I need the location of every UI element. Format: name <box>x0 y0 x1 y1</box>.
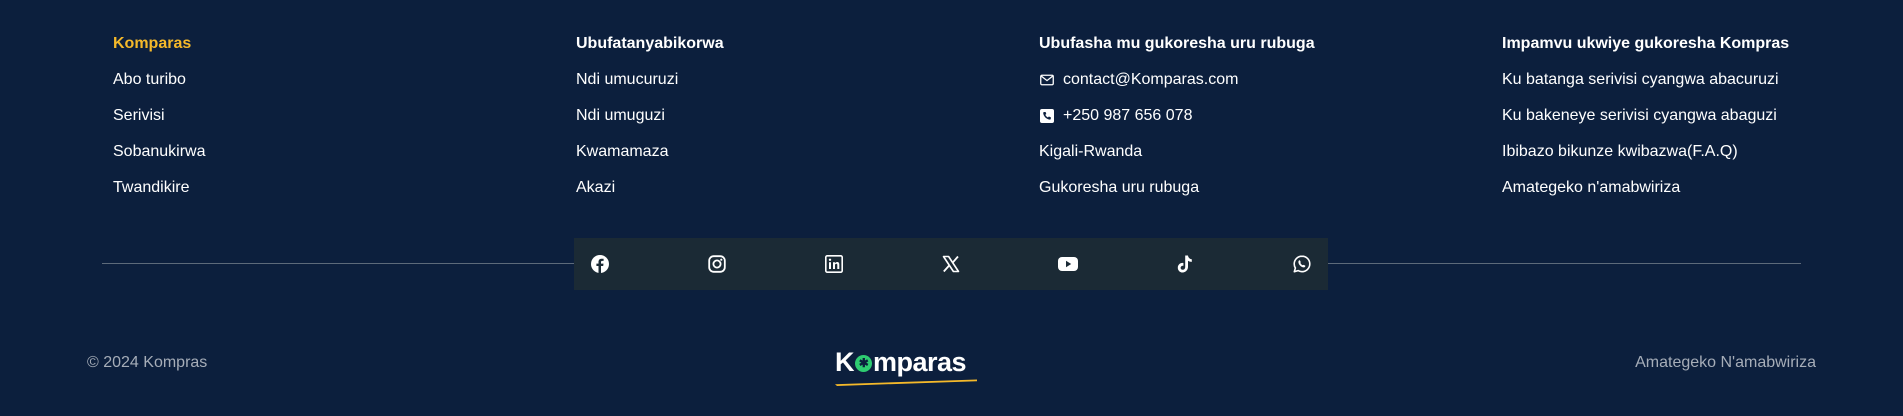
link-label: Sobanukirwa <box>113 143 206 160</box>
copyright-text: © 2024 Kompras <box>87 354 208 371</box>
footer-link-faq[interactable]: Ibibazo bikunze kwibazwa(F.A.Q) <box>1502 142 1832 162</box>
link-label: Akazi <box>576 179 616 196</box>
link-label: Ibibazo bikunze kwibazwa(F.A.Q) <box>1502 143 1738 160</box>
social-bar <box>574 238 1328 290</box>
link-label: Gukoresha uru rubuga <box>1039 179 1200 196</box>
logo-star-icon <box>855 355 872 372</box>
phone-icon <box>1039 108 1055 124</box>
logo-wordmark: Kmparas <box>835 346 967 378</box>
footer-link-abo-turibo[interactable]: Abo turibo <box>113 70 576 90</box>
logo-swoosh <box>835 379 977 386</box>
logo-text-end: mparas <box>873 347 967 377</box>
footer-bottom-row: © 2024 Kompras Kmparas Amategeko N'amabw… <box>87 347 1816 386</box>
column-title: Ubufatanyabikorwa <box>576 35 724 52</box>
column-links: Abo turibo Serivisi Sobanukirwa Twandiki… <box>113 70 576 198</box>
link-label: Serivisi <box>113 107 165 124</box>
column-title: Impamvu ukwiye gukoresha Kompras <box>1502 35 1790 52</box>
link-label: +250 987 656 078 <box>1063 107 1193 124</box>
footer-link-site-usage[interactable]: Gukoresha uru rubuga <box>1039 178 1502 198</box>
divider-left <box>102 263 574 264</box>
tiktok-icon[interactable] <box>1175 254 1195 274</box>
footer-link-terms[interactable]: Amategeko n'amabwiriza <box>1502 178 1832 198</box>
footer-link-providers[interactable]: Ku batanga serivisi cyangwa abacuruzi <box>1502 70 1832 90</box>
link-label: Ku batanga serivisi cyangwa abacuruzi <box>1502 71 1779 88</box>
divider-right <box>1328 263 1801 264</box>
mail-icon <box>1039 72 1055 88</box>
instagram-icon[interactable] <box>707 254 727 274</box>
column-links: contact@Komparas.com +250 987 656 078 Ki… <box>1039 70 1502 198</box>
link-label: Amategeko n'amabwiriza <box>1502 179 1681 196</box>
terms-link[interactable]: Amategeko N'amabwiriza <box>1635 354 1816 372</box>
logo-text-start: K <box>835 347 855 377</box>
link-label: Ndi umuguzi <box>576 107 665 124</box>
column-links: Ndi umucuruzi Ndi umuguzi Kwamamaza Akaz… <box>576 70 1039 198</box>
footer-link-twandikire[interactable]: Twandikire <box>113 178 576 198</box>
linkedin-icon[interactable] <box>824 254 844 274</box>
column-title: Ubufasha mu gukoresha uru rubuga <box>1039 35 1315 52</box>
link-label: Ku bakeneye serivisi cyangwa abaguzi <box>1502 107 1777 124</box>
footer-column-partnership: Ubufatanyabikorwa Ndi umucuruzi Ndi umug… <box>576 34 1039 214</box>
footer-link-sobanukirwa[interactable]: Sobanukirwa <box>113 142 576 162</box>
footer-link-seller[interactable]: Ndi umucuruzi <box>576 70 1039 90</box>
footer-link-phone[interactable]: +250 987 656 078 <box>1039 106 1502 126</box>
footer-columns: Komparas Abo turibo Serivisi Sobanukirwa… <box>113 34 1833 214</box>
footer-link-advertise[interactable]: Kwamamaza <box>576 142 1039 162</box>
komparas-logo[interactable]: Kmparas <box>835 346 985 388</box>
footer-link-buyer[interactable]: Ndi umuguzi <box>576 106 1039 126</box>
footer-column-why: Impamvu ukwiye gukoresha Kompras Ku bata… <box>1502 34 1832 214</box>
link-label: Twandikire <box>113 179 190 196</box>
footer-link-location[interactable]: Kigali-Rwanda <box>1039 142 1502 162</box>
link-label: Ndi umucuruzi <box>576 71 679 88</box>
footer-column-help: Ubufasha mu gukoresha uru rubuga contact… <box>1039 34 1502 214</box>
footer-link-customers[interactable]: Ku bakeneye serivisi cyangwa abaguzi <box>1502 106 1832 126</box>
footer-column-komparas: Komparas Abo turibo Serivisi Sobanukirwa… <box>113 34 576 214</box>
whatsapp-icon[interactable] <box>1292 254 1312 274</box>
youtube-icon[interactable] <box>1058 254 1078 274</box>
link-label: Kigali-Rwanda <box>1039 143 1143 160</box>
footer-link-serivisi[interactable]: Serivisi <box>113 106 576 126</box>
column-links: Ku batanga serivisi cyangwa abacuruzi Ku… <box>1502 70 1832 198</box>
footer-link-email[interactable]: contact@Komparas.com <box>1039 70 1502 90</box>
column-title: Komparas <box>113 35 192 52</box>
footer-link-jobs[interactable]: Akazi <box>576 178 1039 198</box>
facebook-icon[interactable] <box>590 254 610 274</box>
link-label: contact@Komparas.com <box>1063 71 1239 88</box>
x-icon[interactable] <box>941 254 961 274</box>
link-label: Abo turibo <box>113 71 186 88</box>
link-label: Kwamamaza <box>576 143 669 160</box>
